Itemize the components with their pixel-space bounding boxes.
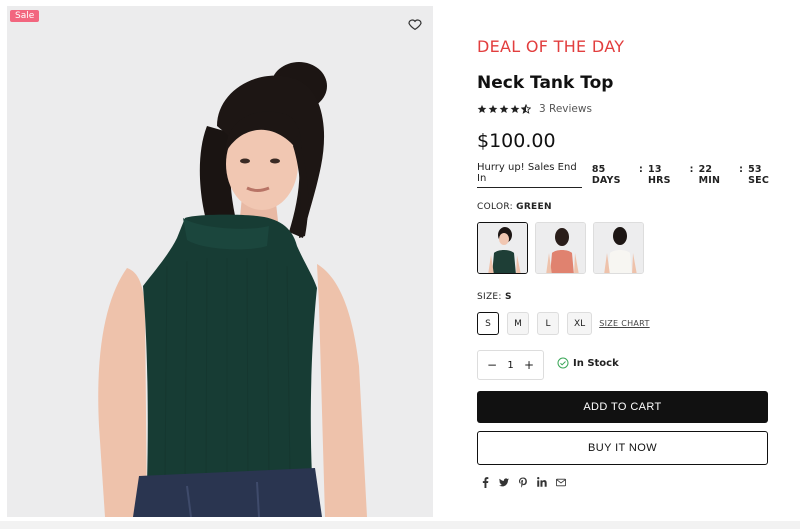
facebook-icon[interactable] [480,476,490,488]
star-icon [510,104,520,114]
quantity-stepper: − 1 + [477,350,544,380]
page-bottom-divider [0,521,800,529]
quantity-value[interactable]: 1 [507,360,513,371]
countdown-label: Hurry up! Sales End In [477,162,582,188]
countdown-separator: : [639,164,644,175]
star-icon [488,104,498,114]
color-label: COLOR: GREEN [477,202,552,212]
color-swatch-white[interactable] [593,222,644,274]
sale-badge: Sale [10,10,40,22]
product-rating[interactable]: 3 Reviews [477,102,592,116]
countdown-hours: 13 HRS [648,164,671,186]
deal-of-the-day-heading: DEAL OF THE DAY [477,37,625,56]
size-options: S M L XL SIZE CHART [477,312,650,335]
size-option-l[interactable]: L [537,312,559,335]
star-half-icon [521,104,531,114]
color-swatches [477,222,644,274]
rating-stars [477,104,531,114]
color-label-text: COLOR: [477,202,513,212]
add-to-cart-button[interactable]: ADD TO CART [477,391,768,423]
countdown-minutes: 22 MIN [698,164,721,186]
stock-status: In Stock [557,357,619,369]
star-icon [499,104,509,114]
linkedin-icon[interactable] [537,477,547,487]
countdown-separator: : [739,164,744,175]
countdown-timer: 85 DAYS : 13 HRS : 22 MIN : 53 SEC [592,164,783,186]
product-price: $100.00 [477,130,556,152]
pinterest-icon[interactable] [518,477,528,487]
heart-icon[interactable] [407,16,423,32]
product-page: Sale DEAL OF THE DAY Neck Tank Top 3 Rev… [0,0,800,529]
twitter-icon[interactable] [499,477,509,487]
quantity-decrease-button[interactable]: − [487,358,497,372]
quantity-increase-button[interactable]: + [524,358,534,372]
sale-countdown: Hurry up! Sales End In 85 DAYS : 13 HRS … [477,162,783,188]
size-label-text: SIZE: [477,292,502,302]
star-icon [477,104,487,114]
countdown-seconds: 53 SEC [748,164,769,186]
size-selected-value: S [504,292,512,302]
size-option-m[interactable]: M [507,312,529,335]
countdown-days: 85 DAYS [591,164,621,186]
color-swatch-green[interactable] [477,222,528,274]
size-option-s[interactable]: S [477,312,499,335]
size-chart-link[interactable]: SIZE CHART [599,319,649,328]
stock-label: In Stock [573,357,619,369]
countdown-separator: : [689,164,694,175]
check-circle-icon [557,357,569,369]
share-icons [480,476,566,488]
size-option-xl[interactable]: XL [567,312,593,335]
color-selected-value: GREEN [516,202,552,212]
buy-it-now-button[interactable]: BUY IT NOW [477,431,768,465]
product-title: Neck Tank Top [477,73,614,93]
product-photo [7,6,433,517]
product-image[interactable]: Sale [7,6,433,517]
email-icon[interactable] [556,477,566,487]
size-label: SIZE: S [477,292,512,302]
color-swatch-coral[interactable] [535,222,586,274]
reviews-link[interactable]: 3 Reviews [539,103,592,115]
